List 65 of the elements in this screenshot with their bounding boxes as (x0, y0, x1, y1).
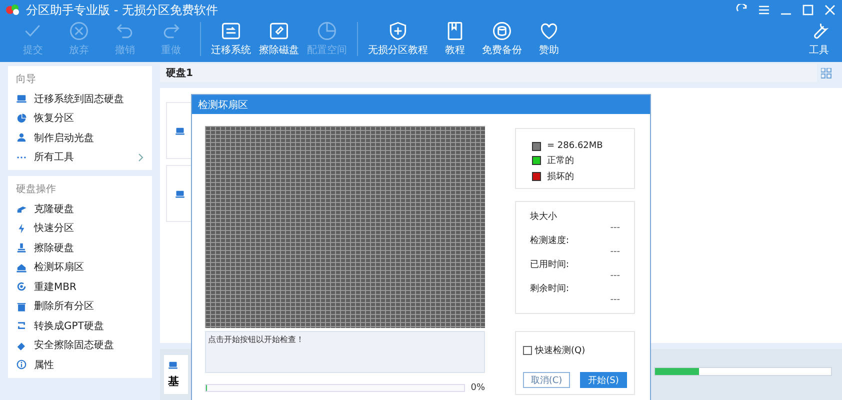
legend-label: 正常的 (547, 154, 574, 167)
sidebar-item[interactable]: 安全擦除固态硬盘 (8, 336, 152, 355)
sidebar-item[interactable]: 转换成GPT硬盘 (8, 316, 152, 336)
laptop-icon (16, 93, 27, 104)
stat-value: --- (610, 294, 620, 305)
sidebar-item[interactable]: 迁移系统到固态硬盘 (8, 89, 152, 108)
sidebar-item[interactable]: 制作启动光盘 (8, 128, 152, 148)
sidebar-item[interactable]: 所有工具 (8, 148, 152, 167)
message-box: 点击开始按钮以开始检查！ (205, 331, 485, 373)
disk-card[interactable]: 基 (164, 355, 188, 394)
stat-label: 已用时间: (530, 258, 570, 271)
sidebar-item[interactable]: 快速分区 (8, 218, 152, 238)
toolbar-button[interactable]: 擦除磁盘 (255, 20, 303, 60)
chevron-right-icon (138, 152, 144, 162)
convert-arrows-icon (16, 320, 27, 332)
refresh-icon (16, 281, 27, 292)
stat-label: 检测速度: (530, 234, 570, 248)
menu-icon[interactable] (758, 4, 770, 16)
dialog-title: 检测坏扇区 (192, 95, 650, 114)
toolbar-button[interactable]: 无损分区教程 (364, 20, 432, 60)
tools-button[interactable]: 工具 (796, 20, 842, 60)
drive-pencil-icon (268, 20, 290, 42)
drive-icon (220, 20, 242, 42)
stat-label: 块大小 (530, 210, 558, 224)
sidebar-item[interactable]: 检测坏扇区 (8, 258, 152, 277)
toolbar-button[interactable]: 免费备份 (478, 20, 526, 60)
sidebar-item[interactable]: 擦除硬盘 (8, 238, 152, 258)
sidebar-item[interactable]: 克隆硬盘 (8, 199, 152, 218)
progress-reading: 0% (470, 383, 485, 393)
disk-label: 基 (168, 374, 180, 389)
quick-check-checkbox[interactable]: 快速检测(Q) (523, 344, 627, 357)
legend-label: = 286.62MB (547, 141, 603, 151)
trash-icon (16, 300, 27, 312)
app-logo-icon (6, 4, 20, 16)
sidebar-item[interactable]: 重建MBR (8, 277, 152, 296)
sidebar-item[interactable]: 属性 (8, 355, 152, 374)
database-icon (491, 20, 513, 42)
stat-label: 剩余时间: (530, 282, 570, 295)
stat-value: --- (610, 247, 620, 258)
pie-chart-icon (316, 20, 338, 42)
info-icon (16, 359, 27, 370)
legend-label: 损坏的 (547, 170, 574, 183)
section-heading: 硬盘操作 (15, 183, 57, 197)
pie-chart-icon (16, 112, 27, 124)
disk-header: 硬盘1 (160, 64, 817, 82)
maximize-icon[interactable] (802, 4, 814, 16)
lightning-icon (16, 222, 27, 234)
toolbar-button[interactable]: 迁移系统 (207, 20, 255, 60)
grid-view-icon[interactable] (821, 68, 832, 78)
toolbar-button[interactable]: 教程 (432, 20, 478, 60)
sidebar-item[interactable]: 删除所有分区 (8, 296, 152, 316)
person-icon (16, 132, 27, 144)
toolbar-button[interactable]: 赞助 (526, 20, 572, 60)
stat-value: --- (610, 270, 620, 281)
section-heading: 向导 (15, 73, 37, 87)
stamp-icon (16, 242, 27, 254)
stat-value: --- (610, 223, 620, 234)
close-icon[interactable] (824, 4, 836, 16)
cancel-button[interactable]: 取消(C) (523, 372, 570, 388)
shield-icon (387, 20, 409, 42)
sidebar-item[interactable]: 恢复分区 (8, 108, 152, 128)
drive-scan-icon (16, 262, 27, 273)
window-title: 分区助手专业版 - 无损分区免费软件 (26, 2, 219, 18)
start-button[interactable]: 开始(S) (580, 372, 627, 388)
cancel-icon (68, 20, 90, 42)
